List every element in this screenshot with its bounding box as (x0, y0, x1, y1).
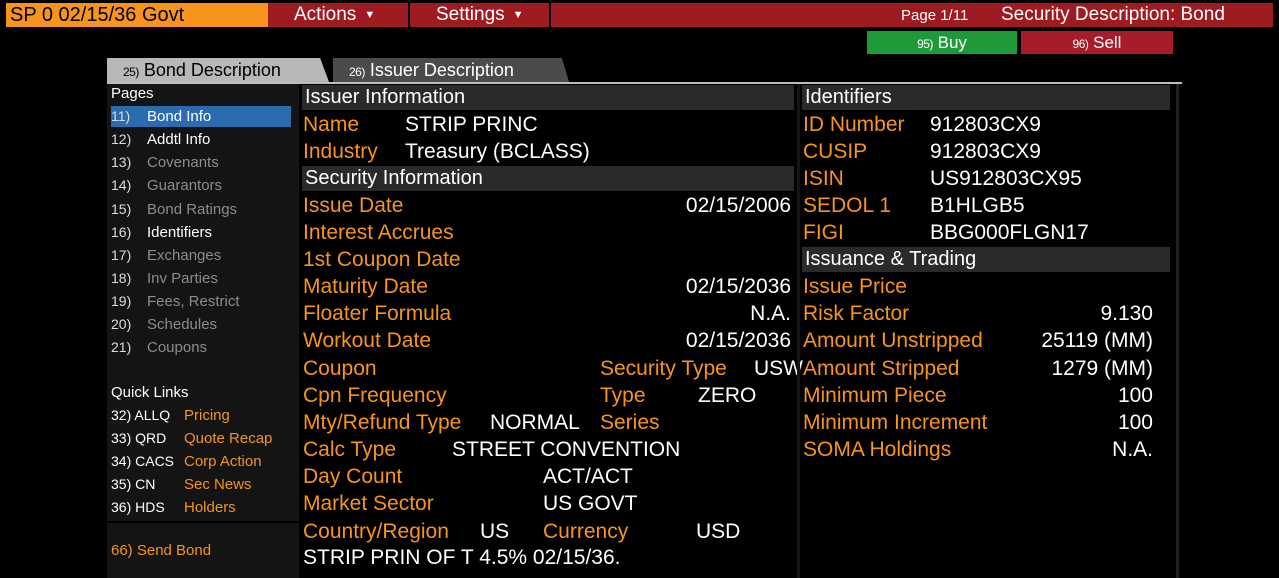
first-coupon-date-label: 1st Coupon Date (303, 248, 461, 271)
workout-date-value: 02/15/2036 (685, 329, 791, 352)
amount-unstripped-label: Amount Unstripped (803, 329, 983, 352)
quick-link-holders[interactable]: 36) HDS Holders (111, 497, 236, 518)
sidebar-divider (107, 521, 299, 523)
tab-bond-description[interactable]: 25) Bond Description (107, 58, 329, 82)
maturity-date-value: 02/15/2036 (685, 275, 791, 298)
chevron-down-icon: ▼ (512, 9, 524, 21)
market-sector-value: US GOVT (543, 492, 638, 515)
industry-label: Industry (303, 140, 378, 163)
type-value: ZERO (698, 384, 757, 407)
issuer-name-value: STRIP PRINC (405, 113, 538, 136)
currency-value: USD (696, 520, 741, 543)
calc-type-label: Calc Type (303, 438, 396, 461)
tab-issuer-description[interactable]: 26) Issuer Description (333, 58, 569, 82)
minimum-piece-label: Minimum Piece (803, 384, 947, 407)
quick-link-pricing[interactable]: 32) ALLQ Pricing (111, 405, 230, 426)
sidebar-item-guarantors[interactable]: 14) Guarantors (111, 175, 291, 196)
issuer-information-heading: Issuer Information (302, 85, 794, 110)
sidebar-item-identifiers[interactable]: 16) Identifiers (111, 222, 291, 243)
sidebar-item-schedules[interactable]: 20) Schedules (111, 314, 291, 335)
sedol-label: SEDOL 1 (803, 194, 891, 217)
actions-label: Actions (294, 4, 357, 25)
id-number-label: ID Number (803, 113, 905, 136)
market-sector-label: Market Sector (303, 492, 434, 515)
soma-holdings-label: SOMA Holdings (803, 438, 952, 461)
mty-refund-type-value: NORMAL (490, 411, 580, 434)
buy-button[interactable]: 95) Buy (867, 31, 1017, 54)
soma-holdings-value: N.A. (1112, 438, 1153, 461)
cusip-label: CUSIP (803, 140, 868, 163)
sell-button[interactable]: 96) Sell (1021, 31, 1173, 54)
type-label: Type (600, 384, 646, 407)
minimum-increment-label: Minimum Increment (803, 411, 988, 434)
isin-value: US912803CX95 (930, 167, 1082, 190)
minimum-piece-value: 100 (1117, 384, 1153, 407)
send-bond-link[interactable]: 66) Send Bond (111, 542, 211, 559)
country-region-value: US (480, 520, 510, 543)
sidebar-item-covenants[interactable]: 13) Covenants (111, 152, 291, 173)
currency-label: Currency (543, 520, 629, 543)
coupon-label: Coupon (303, 357, 377, 380)
quick-link-sec-news[interactable]: 35) CN Sec News (111, 474, 252, 495)
sedol-value: B1HLGB5 (930, 194, 1025, 217)
cusip-value: 912803CX9 (930, 140, 1041, 163)
series-label: Series (600, 411, 660, 434)
amount-stripped-value: 1279 (MM) (1051, 357, 1153, 380)
issue-price-label: Issue Price (803, 275, 907, 298)
identifiers-heading: Identifiers (802, 85, 1170, 110)
day-count-value: ACT/ACT (543, 465, 633, 488)
quick-link-quote-recap[interactable]: 33) QRD Quote Recap (111, 428, 272, 449)
actions-menu-button[interactable]: Actions ▼ (268, 3, 408, 27)
workout-date-label: Workout Date (303, 329, 431, 352)
figi-label: FIGI (803, 221, 844, 244)
settings-label: Settings (436, 4, 505, 25)
mty-refund-type-label: Mty/Refund Type (303, 411, 462, 434)
security-type-label: Security Type (600, 357, 727, 380)
security-type-value: USW (754, 357, 803, 380)
sidebar-item-bond-ratings[interactable]: 15) Bond Ratings (111, 199, 291, 220)
chevron-down-icon: ▼ (364, 9, 376, 21)
maturity-date-label: Maturity Date (303, 275, 428, 298)
ticker-input[interactable]: SP 0 02/15/36 Govt (6, 3, 268, 27)
page-title: Security Description: Bond (1001, 4, 1225, 25)
sidebar-item-bond-info[interactable]: 11) Bond Info (111, 106, 291, 127)
day-count-label: Day Count (303, 465, 403, 488)
risk-factor-label: Risk Factor (803, 302, 910, 325)
sidebar-item-inv-parties[interactable]: 18) Inv Parties (111, 268, 291, 289)
id-number-value: 912803CX9 (930, 113, 1041, 136)
column-divider (797, 84, 800, 578)
risk-factor-value: 9.130 (1100, 302, 1153, 325)
country-region-label: Country/Region (303, 520, 449, 543)
cpn-frequency-label: Cpn Frequency (303, 384, 447, 407)
sidebar-item-addtl-info[interactable]: 12) Addtl Info (111, 129, 291, 150)
amount-unstripped-value: 25119 (MM) (1041, 329, 1153, 352)
calc-type-value: STREET CONVENTION (452, 438, 681, 461)
settings-menu-button[interactable]: Settings ▼ (410, 3, 549, 27)
page-indicator: Page 1/11 (901, 7, 969, 24)
minimum-increment-value: 100 (1117, 411, 1153, 434)
sidebar-item-coupons[interactable]: 21) Coupons (111, 337, 291, 358)
sidebar-heading: Pages (111, 85, 154, 102)
floater-formula-value: N.A. (750, 302, 791, 325)
name-label: Name (303, 113, 360, 136)
issue-date-value: 02/15/2006 (685, 194, 791, 217)
issuance-trading-heading: Issuance & Trading (802, 247, 1170, 272)
amount-stripped-label: Amount Stripped (803, 357, 960, 380)
sidebar-item-fees-restrict[interactable]: 19) Fees, Restrict (111, 291, 291, 312)
floater-formula-label: Floater Formula (303, 302, 452, 325)
isin-label: ISIN (803, 167, 844, 190)
issue-date-label: Issue Date (303, 194, 404, 217)
security-information-heading: Security Information (302, 166, 794, 191)
security-description-text: STRIP PRIN OF T 4.5% 02/15/36. (303, 546, 621, 569)
interest-accrues-label: Interest Accrues (303, 221, 454, 244)
sidebar-item-exchanges[interactable]: 17) Exchanges (111, 245, 291, 266)
quick-links-heading: Quick Links (111, 384, 189, 401)
industry-value: Treasury (BCLASS) (405, 140, 590, 163)
scrollbar[interactable] (1176, 84, 1179, 578)
quick-link-corp-action[interactable]: 34) CACS Corp Action (111, 451, 262, 472)
figi-value: BBG000FLGN17 (930, 221, 1089, 244)
